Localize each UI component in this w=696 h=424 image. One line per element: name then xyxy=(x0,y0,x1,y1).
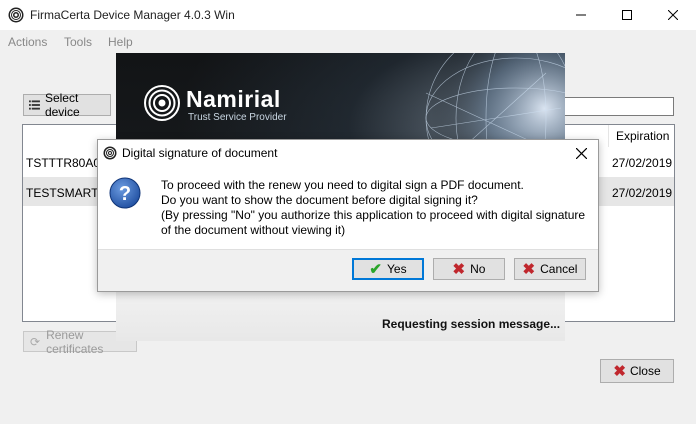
select-device-label: Select device xyxy=(44,91,80,119)
dialog-message-line: To proceed with the renew you need to di… xyxy=(161,178,524,192)
cert-expiration: 27/02/2019 xyxy=(612,186,673,200)
list-icon xyxy=(29,100,40,110)
x-icon: ✖ xyxy=(522,261,536,278)
minimize-icon xyxy=(576,14,586,16)
cert-expiration: 27/02/2019 xyxy=(612,156,673,170)
no-button[interactable]: ✖ No xyxy=(433,258,505,280)
app-icon xyxy=(103,146,117,160)
cancel-label: Cancel xyxy=(540,262,578,276)
splash-tagline: Trust Service Provider xyxy=(188,112,287,123)
signature-dialog: Digital signature of document ? To proce… xyxy=(97,139,599,292)
namirial-logo-icon xyxy=(144,85,180,121)
maximize-icon xyxy=(622,10,632,20)
maximize-button[interactable] xyxy=(604,0,650,30)
refresh-icon: ⟳ xyxy=(30,334,41,349)
minimize-button[interactable] xyxy=(558,0,604,30)
close-icon xyxy=(668,10,678,20)
yes-label: Yes xyxy=(387,262,407,276)
search-input[interactable] xyxy=(564,97,674,116)
dialog-message-line: Do you want to show the document before … xyxy=(161,193,478,207)
dialog-message-line: of the document without viewing it) xyxy=(161,223,346,237)
dialog-title: Digital signature of document xyxy=(122,146,278,160)
dialog-message-line: (By pressing "No" you authorize this app… xyxy=(161,208,586,222)
check-icon: ✔ xyxy=(369,261,382,278)
dialog-close-button[interactable] xyxy=(566,142,596,164)
splash-brand: Namirial xyxy=(186,86,281,112)
close-window-button[interactable] xyxy=(650,0,696,30)
menu-actions[interactable]: Actions xyxy=(8,35,47,49)
app-icon xyxy=(8,7,24,23)
menu-bar xyxy=(0,30,696,52)
question-icon: ? xyxy=(109,177,141,209)
x-icon: ✖ xyxy=(613,363,626,380)
x-icon: ✖ xyxy=(452,261,466,278)
close-button[interactable]: ✖ Close xyxy=(600,359,674,383)
cert-name: TSTTTR80A01 xyxy=(26,156,107,170)
cert-name: TESTSMARTC xyxy=(26,186,108,200)
menu-help[interactable]: Help xyxy=(108,35,133,49)
svg-text:?: ? xyxy=(119,183,131,205)
close-icon xyxy=(575,147,587,159)
splash-status-text: Requesting session message... xyxy=(382,317,561,331)
close-label: Close xyxy=(629,364,661,378)
no-label: No xyxy=(470,262,486,276)
select-device-button[interactable]: Select device xyxy=(23,91,111,119)
window-title: FirmaCerta Device Manager 4.0.3 Win xyxy=(30,8,235,22)
cancel-button[interactable]: ✖ Cancel xyxy=(514,258,586,280)
column-header-expiration[interactable]: Expiration xyxy=(608,125,674,147)
yes-button[interactable]: ✔ Yes xyxy=(352,258,424,280)
menu-tools[interactable]: Tools xyxy=(64,35,92,49)
